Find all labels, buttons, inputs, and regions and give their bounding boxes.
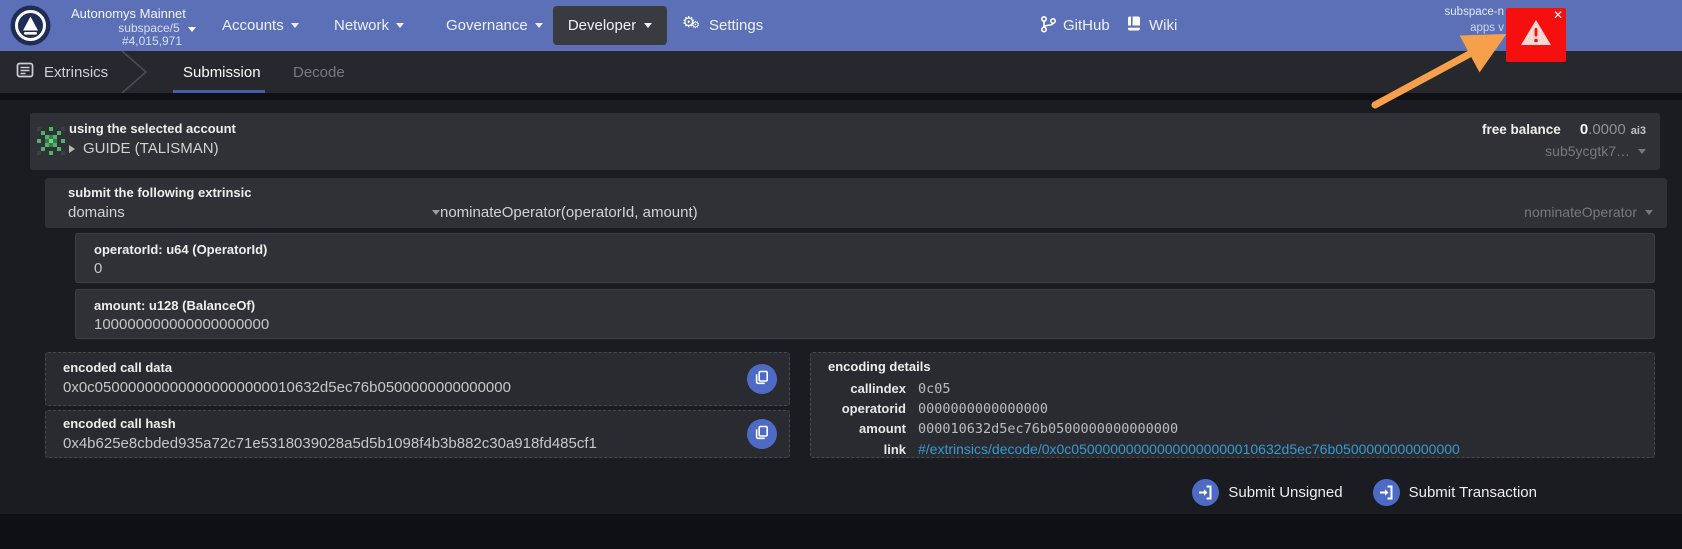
chevron-down-icon	[432, 210, 440, 215]
encoded-call-hash-label: encoded call hash	[63, 416, 176, 431]
chevron-down-icon	[644, 23, 653, 28]
nav-governance[interactable]: Governance	[446, 0, 543, 51]
copy-icon	[755, 370, 769, 388]
top-nav: Autonomys Mainnet subspace/5 #4,015,971 …	[0, 0, 1682, 51]
tab-submission[interactable]: Submission	[183, 51, 261, 93]
settings-gears-icon: ⚙ ⚙	[682, 13, 700, 31]
sign-in-icon	[1372, 479, 1400, 506]
param-amount-label: amount: u128 (BalanceOf)	[94, 298, 256, 313]
param-amount-box: amount: u128 (BalanceOf)	[75, 289, 1655, 339]
detail-row-link: link #/extrinsics/decode/0x0c05000000000…	[883, 441, 1460, 457]
account-identicon[interactable]	[37, 127, 65, 155]
expand-toggle-icon	[69, 144, 75, 153]
chevron-down-icon	[396, 23, 405, 28]
extrinsic-select-box: submit the following extrinsic domains n…	[45, 178, 1667, 228]
method-signature-dropdown[interactable]: nominateOperator(operatorId, amount)	[440, 204, 698, 221]
action-buttons-row: Submit Unsigned Submit Transaction	[1192, 479, 1537, 506]
param-operatorid-input[interactable]	[94, 260, 1594, 277]
section-extrinsics: Extrinsics	[16, 51, 108, 93]
param-amount-input[interactable]	[94, 316, 1594, 333]
encoding-details-box: encoding details callindex 0c05 operator…	[810, 352, 1655, 458]
close-icon[interactable]: ✕	[1553, 9, 1563, 21]
encoded-call-data-value: 0x0c050000000000000000000010632d5ec76b05…	[63, 379, 511, 396]
autonomys-logo-icon[interactable]	[10, 5, 51, 46]
tab-bar: Extrinsics Submission Decode	[0, 50, 1682, 94]
balance-fraction: .0000	[1588, 121, 1626, 138]
method-dropdown[interactable]: nominateOperator	[1524, 204, 1653, 220]
github-branch-icon	[1040, 15, 1057, 37]
extrinsic-caption: submit the following extrinsic	[68, 185, 252, 200]
encoded-call-hash-box: encoded call hash 0x4b625e8cbded935a72c7…	[45, 410, 790, 458]
account-caption: using the selected account	[69, 121, 236, 136]
warning-triangle-icon	[1518, 17, 1554, 54]
active-tab-underline	[173, 90, 265, 93]
chevron-down-icon	[290, 23, 299, 28]
nav-network[interactable]: Network	[334, 0, 405, 51]
account-dropdown[interactable]: GUIDE (TALISMAN)	[69, 140, 219, 157]
pallet-dropdown[interactable]: domains	[68, 204, 440, 221]
param-operatorid-box: operatorId: u64 (OperatorId)	[75, 233, 1655, 283]
encoding-details-title: encoding details	[828, 359, 931, 374]
encoded-call-data-label: encoded call data	[63, 360, 173, 375]
best-block-number[interactable]: #4,015,971	[60, 34, 182, 48]
copy-call-data-button[interactable]	[747, 364, 777, 394]
wiki-book-icon	[1126, 15, 1142, 36]
account-name: GUIDE (TALISMAN)	[83, 140, 219, 157]
tab-decode[interactable]: Decode	[293, 51, 345, 93]
encoded-call-hash-value: 0x4b625e8cbded935a72c71e5318039028a5d5b1…	[63, 435, 597, 452]
detail-row-callindex: callindex 0c05	[850, 381, 951, 397]
tab-divider-chevron	[120, 50, 150, 98]
chain-name: Autonomys Mainnet	[71, 6, 186, 21]
nav-developer-active[interactable]: Developer	[553, 6, 667, 45]
encoded-call-data-box: encoded call data 0x0c050000000000000000…	[45, 352, 790, 406]
divider-band-bottom	[0, 514, 1682, 549]
free-balance: free balance 0.0000 ai3	[1482, 121, 1646, 138]
detail-row-amount: amount 000010632d5ec76b0500000000000000	[859, 421, 1179, 437]
chevron-down-icon	[534, 23, 543, 28]
account-address-dropdown[interactable]: sub5ycgtk7…	[1545, 143, 1646, 159]
nav-settings[interactable]: ⚙ ⚙ Settings	[682, 0, 763, 51]
chevron-down-icon	[188, 27, 196, 32]
detail-row-operatorid: operatorid 0000000000000000	[841, 401, 1049, 417]
copy-call-hash-button[interactable]	[747, 419, 777, 449]
account-select-box: using the selected account GUIDE (TALISM…	[30, 113, 1660, 170]
extrinsics-icon	[16, 61, 34, 83]
submit-transaction-label: Submit Transaction	[1408, 484, 1537, 501]
submit-transaction-button[interactable]: Submit Transaction	[1372, 479, 1537, 506]
copy-icon	[755, 425, 769, 443]
balance-integer: 0	[1579, 121, 1589, 138]
submit-unsigned-button[interactable]: Submit Unsigned	[1192, 479, 1343, 506]
nav-accounts[interactable]: Accounts	[222, 0, 299, 51]
balance-unit: ai3	[1630, 125, 1646, 137]
sign-in-icon	[1192, 479, 1220, 506]
runtime-selector[interactable]: subspace/5	[60, 21, 196, 35]
page: Autonomys Mainnet subspace/5 #4,015,971 …	[0, 0, 1682, 549]
link-wiki[interactable]: Wiki	[1126, 0, 1177, 51]
chevron-down-icon	[1645, 209, 1653, 215]
decode-link[interactable]: #/extrinsics/decode/0x0c0500000000000000…	[918, 441, 1460, 457]
chevron-down-icon	[1638, 148, 1646, 154]
param-operatorid-label: operatorId: u64 (OperatorId)	[94, 242, 268, 257]
free-balance-label: free balance	[1482, 122, 1561, 137]
divider-band-top	[0, 93, 1682, 100]
node-version-text: subspace-n apps v	[1444, 6, 1504, 34]
submit-unsigned-label: Submit Unsigned	[1228, 484, 1343, 501]
warning-badge[interactable]: ✕	[1506, 8, 1566, 62]
link-github[interactable]: GitHub	[1040, 0, 1110, 51]
